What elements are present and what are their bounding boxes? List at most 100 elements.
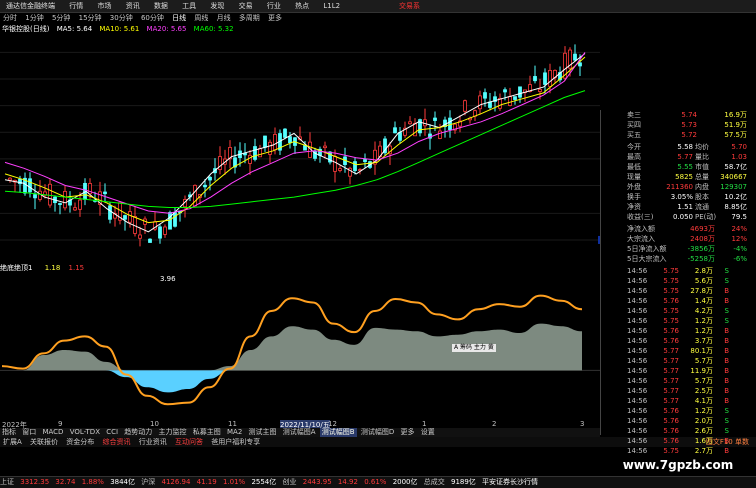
period-fenshi[interactable]: 分时 <box>0 13 20 23</box>
tab-simu[interactable]: 私募主图 <box>191 428 223 437</box>
tick-row: 14:56 5.75 2.8万 S <box>601 266 751 276</box>
tick-direction: S <box>724 417 729 425</box>
candle-body <box>173 212 177 227</box>
menu-item-shuju[interactable]: 数据 <box>148 0 174 12</box>
date-axis: 2022年 9 10 11 2022/11/10/五 12 1 2 3 <box>0 420 600 430</box>
period-bar: 分时 1分钟 5分钟 15分钟 30分钟 60分钟 日线 周线 月线 多周期 更… <box>0 13 600 23</box>
menu-item-hangqing[interactable]: 行情 <box>63 0 89 12</box>
tab-zhibiao[interactable]: 指标 <box>0 428 18 437</box>
menu-item-gongju[interactable]: 工具 <box>176 0 202 12</box>
quote-value-2: 129307 <box>720 183 747 191</box>
app-title: 通达信金融终端 <box>6 2 55 10</box>
quote-row: 今开 5.58 均价 5.70 <box>601 142 751 152</box>
flow-pct: -6% <box>733 255 747 263</box>
status-bar: 上证 3312.35 32.74 1.88% 3844亿 沪深 4126.94 … <box>0 476 756 488</box>
tick-price: 5.75 <box>663 277 679 285</box>
tab-qa[interactable]: 互动问答 <box>172 437 206 447</box>
tab-ma2[interactable]: MA2 <box>225 428 244 437</box>
period-daily[interactable]: 日线 <box>169 13 189 23</box>
tab-test-a[interactable]: 测试幅图A <box>281 428 318 437</box>
quote-panel: 卖三 5.74 16.9万 买四 5.73 51.9万 买五 5.72 57.5万 今开 5.58 均… <box>600 110 756 465</box>
candle-body <box>483 92 487 99</box>
period-more[interactable]: 更多 <box>265 13 285 23</box>
candle-body <box>573 53 577 61</box>
period-15min[interactable]: 15分钟 <box>76 13 105 23</box>
menu-item-jiaoyi[interactable]: 交易 <box>233 0 259 12</box>
tab-fund-dist[interactable]: 资金分布 <box>63 437 97 447</box>
tab-related-quote[interactable]: 关联报价 <box>27 437 61 447</box>
candle-body <box>8 177 12 181</box>
flow-label: 5日净流入额 <box>627 245 667 253</box>
quote-row: 最高 5.77 量比 1.03 <box>601 152 751 162</box>
tick-price: 5.77 <box>663 397 679 405</box>
index-shanghai-pct: 1.88% <box>81 478 104 486</box>
tick-row: 14:56 5.77 80.1万 B <box>601 346 751 356</box>
index-chuangye-pct: 0.61% <box>364 478 387 486</box>
indicator-value-1: 1.18 <box>44 264 61 272</box>
flow-row: 大宗流入 2408万 12% <box>601 234 751 244</box>
price-chart[interactable]: 华银控股(日线) MA5: 5.64 MA10: 5.61 MA20: 5.65… <box>0 23 600 283</box>
candle-body <box>508 96 512 106</box>
period-multi[interactable]: 多周期 <box>236 13 263 23</box>
menu-item-hangye[interactable]: 行业 <box>261 0 287 12</box>
menu-item-l1l2[interactable]: L1L2 <box>317 0 346 12</box>
quote-value-2: 1.03 <box>731 153 747 161</box>
tick-time: 14:56 <box>627 357 648 365</box>
quote-row: 收益(三) 0.050 PE(动) 79.5 <box>601 212 751 222</box>
tick-row: 14:56 5.75 5.6万 S <box>601 276 751 286</box>
period-5min[interactable]: 5分钟 <box>49 13 73 23</box>
tick-direction: S <box>724 267 729 275</box>
tab-cci[interactable]: CCI <box>104 428 120 437</box>
tab-settings[interactable]: 设置 <box>419 428 437 437</box>
quote-value: 0.050 <box>672 213 693 221</box>
tab-test-b[interactable]: 测试幅图B <box>319 428 357 437</box>
tab-ext-a[interactable]: 扩展A <box>0 437 25 447</box>
menu-item-zixun[interactable]: 资讯 <box>120 0 146 12</box>
tab-welfare[interactable]: 爸用户福利专享 <box>208 437 263 447</box>
tick-time: 14:56 <box>627 367 648 375</box>
tick-price: 5.75 <box>663 267 679 275</box>
quote-label: 换手 <box>627 193 641 201</box>
menu-item-shichang[interactable]: 市场 <box>91 0 117 12</box>
menu-item-faxian[interactable]: 发现 <box>204 0 230 12</box>
price-chart-svg: 5.655.425.194.964.734.504.264.03 <box>0 44 600 247</box>
order-label: 买五 <box>627 131 641 139</box>
tab-vol[interactable]: VOL-TDX <box>68 428 102 437</box>
tick-direction: B <box>724 397 729 405</box>
period-30min[interactable]: 30分钟 <box>107 13 136 23</box>
trade-system-link[interactable]: 交易系 <box>393 0 426 12</box>
tab-news[interactable]: 综合资讯 <box>100 437 134 447</box>
quote-row: 换手 3.05% 股本 10.2亿 <box>601 192 751 202</box>
tab-industry-news[interactable]: 行业资讯 <box>136 437 170 447</box>
tab-macd[interactable]: MACD <box>40 428 65 437</box>
period-1min[interactable]: 1分钟 <box>22 13 46 23</box>
quote-value: 5.55 <box>677 163 693 171</box>
candle-body <box>333 155 337 172</box>
period-monthly[interactable]: 月线 <box>214 13 234 23</box>
tab-chuangkou[interactable]: 窗口 <box>20 428 38 437</box>
tick-time: 14:56 <box>627 427 648 435</box>
tick-direction: S <box>724 277 729 285</box>
tick-time: 14:56 <box>627 417 648 425</box>
quote-label: 最高 <box>627 153 641 161</box>
tick-price: 5.76 <box>663 327 679 335</box>
tick-price: 5.77 <box>663 387 679 395</box>
candle-body <box>478 95 482 110</box>
tab-more[interactable]: 更多 <box>398 428 416 437</box>
indicator-negative-area <box>2 370 582 393</box>
tick-direction: B <box>724 347 729 355</box>
tick-price: 5.76 <box>663 297 679 305</box>
tick-time: 14:56 <box>627 267 648 275</box>
tab-test-d[interactable]: 测试幅图D <box>359 428 396 437</box>
tick-row: 14:56 5.76 2.6万 S <box>601 426 751 436</box>
indicator-chart[interactable]: 1.000.750.500.250.00 A 筹码 主力 黄 <box>0 272 600 422</box>
tab-qushi[interactable]: 趋势动力 <box>122 428 154 437</box>
tab-zhuli[interactable]: 主力监控 <box>157 428 189 437</box>
order-row: 卖三 5.74 16.9万 <box>601 110 751 120</box>
period-weekly[interactable]: 周线 <box>191 13 211 23</box>
period-60min[interactable]: 60分钟 <box>138 13 167 23</box>
candle-body <box>108 205 112 220</box>
menu-item-redian[interactable]: 热点 <box>289 0 315 12</box>
tab-test-main[interactable]: 测试主图 <box>247 428 279 437</box>
quote-value-2: 58.7亿 <box>724 163 747 171</box>
